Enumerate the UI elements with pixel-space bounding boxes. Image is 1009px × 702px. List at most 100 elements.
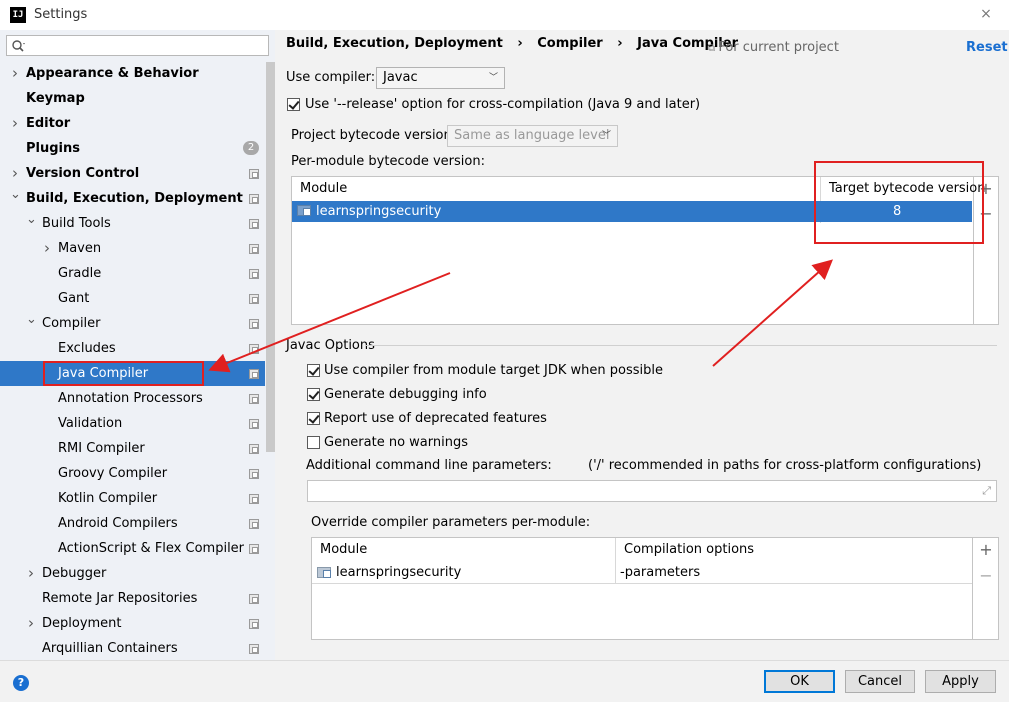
section-divider [365,345,997,346]
sidebar-item-debugger[interactable]: Debugger [42,561,106,586]
no-warnings-checkbox[interactable] [307,436,320,449]
expand-icon[interactable]: ⤢ [982,484,991,498]
help-icon[interactable]: ? [13,675,29,691]
sidebar-item-maven[interactable]: Maven [58,236,101,261]
project-scope-icon [249,444,259,454]
column-divider [615,538,616,584]
additional-params-input[interactable]: ⤢ [307,480,997,502]
breadcrumb-item[interactable]: Compiler [537,36,602,51]
annotation-box-java-compiler [43,361,204,386]
chevron-right-icon[interactable]: › [26,561,36,586]
project-scope-icon [249,494,259,504]
cancel-button[interactable]: Cancel [845,670,915,693]
chevron-down-icon[interactable]: ⌄ [26,211,37,236]
intellij-icon: IJ [10,7,26,23]
ok-button[interactable]: OK [764,670,835,693]
sidebar-item-editor[interactable]: Editor [26,111,70,136]
sidebar-item-android-compilers[interactable]: Android Compilers [58,511,178,536]
project-scope-icon [249,269,259,279]
sidebar-item-annotation-processors[interactable]: Annotation Processors [58,386,203,411]
add-icon[interactable]: + [976,540,996,560]
apply-button[interactable]: Apply [925,670,996,693]
column-header-module[interactable]: Module [320,542,367,557]
javac-options-title: Javac Options [286,338,375,353]
sidebar-item-remote-jar-repositories[interactable]: Remote Jar Repositories [42,586,197,611]
chevron-right-icon[interactable]: › [10,161,20,186]
title-bar: IJ Settings × [0,0,1009,30]
column-header-compilation-options[interactable]: Compilation options [624,542,754,557]
compiler-select[interactable]: Javac ﹀ [376,67,505,89]
breadcrumb: Build, Execution, Deployment › Compiler … [286,36,738,51]
chevron-right-icon[interactable]: › [10,111,20,136]
sidebar-item-deployment[interactable]: Deployment [42,611,122,636]
project-scope-icon [249,469,259,479]
sidebar-item-appearance-behavior[interactable]: Appearance & Behavior [26,61,199,86]
sidebar-item-plugins[interactable]: Plugins [26,136,80,161]
compilation-options-value[interactable]: -parameters [620,565,700,580]
sidebar-item-excludes[interactable]: Excludes [58,336,116,361]
sidebar-item-build-execution-deployment[interactable]: Build, Execution, Deployment [26,186,243,211]
chevron-right-icon[interactable]: › [42,236,52,261]
project-scope-icon [249,244,259,254]
project-scope-icon [249,594,259,604]
chevron-right-icon[interactable]: › [26,611,36,636]
sidebar-item-kotlin-compiler[interactable]: Kotlin Compiler [58,486,157,511]
project-scope-icon [249,369,259,379]
project-scope-icon [249,644,259,654]
sidebar-item-compiler[interactable]: Compiler [42,311,101,336]
module-icon [317,567,331,578]
use-target-jdk-checkbox[interactable] [307,364,320,377]
release-option-label: Use '--release' option for cross-compila… [305,97,701,112]
per-module-label: Per-module bytecode version: [291,154,485,169]
sidebar-item-rmi-compiler[interactable]: RMI Compiler [58,436,145,461]
breadcrumb-separator: › [617,36,623,51]
module-icon [297,205,311,216]
deprecated-checkbox[interactable] [307,412,320,425]
breadcrumb-item[interactable]: Build, Execution, Deployment [286,36,503,51]
use-target-jdk-label: Use compiler from module target JDK when… [324,363,663,378]
module-name[interactable]: learnspringsecurity [336,565,461,580]
use-compiler-label: Use compiler: [286,70,376,85]
no-warnings-label: Generate no warnings [324,435,469,450]
column-header-module[interactable]: Module [300,181,347,196]
chevron-down-icon[interactable]: ⌄ [10,186,21,211]
sidebar-item-gradle[interactable]: Gradle [58,261,101,286]
project-scope-icon [249,619,259,629]
reset-link[interactable]: Reset [966,40,1008,55]
sidebar-item-keymap[interactable]: Keymap [26,86,85,111]
project-scope-icon [249,394,259,404]
sidebar-item-validation[interactable]: Validation [58,411,122,436]
sidebar-item-gant[interactable]: Gant [58,286,89,311]
additional-params-hint: ('/' recommended in paths for cross-plat… [588,458,982,473]
sidebar-item-groovy-compiler[interactable]: Groovy Compiler [58,461,167,486]
project-bytecode-select[interactable]: Same as language level ﹀ [447,125,618,147]
additional-params-label: Additional command line parameters: [306,458,552,473]
sidebar-item-build-tools[interactable]: Build Tools [42,211,111,236]
sidebar-item-version-control[interactable]: Version Control [26,161,139,186]
settings-search-input[interactable] [6,35,269,56]
project-scope-icon [249,219,259,229]
project-scope-icon [249,544,259,554]
chevron-down-icon[interactable]: ⌄ [26,311,37,336]
copy-icon: ⧉ [708,43,719,54]
chevron-down-icon: ﹀ [601,131,611,141]
chevron-right-icon[interactable]: › [10,61,20,86]
debug-info-label: Generate debugging info [324,387,487,402]
sidebar-item-arquillian-containers[interactable]: Arquillian Containers [42,636,178,661]
debug-info-checkbox[interactable] [307,388,320,401]
sidebar-scrollbar[interactable] [266,62,275,452]
project-scope-label: ⧉ For current project [708,40,839,55]
deprecated-label: Report use of deprecated features [324,411,547,426]
module-name: learnspringsecurity [316,204,442,219]
annotation-box-target-version [814,161,984,244]
close-button[interactable]: × [978,6,994,22]
remove-icon[interactable]: − [976,566,996,586]
table-toolbar-divider [972,537,973,640]
window-title: Settings [34,7,88,22]
release-option-checkbox[interactable] [287,98,300,111]
project-scope-icon [249,519,259,529]
sidebar-item-actionscript-flex-compiler[interactable]: ActionScript & Flex Compiler [58,536,244,561]
row-divider [312,583,972,584]
project-scope-icon [249,169,259,179]
breadcrumb-separator: › [517,36,523,51]
